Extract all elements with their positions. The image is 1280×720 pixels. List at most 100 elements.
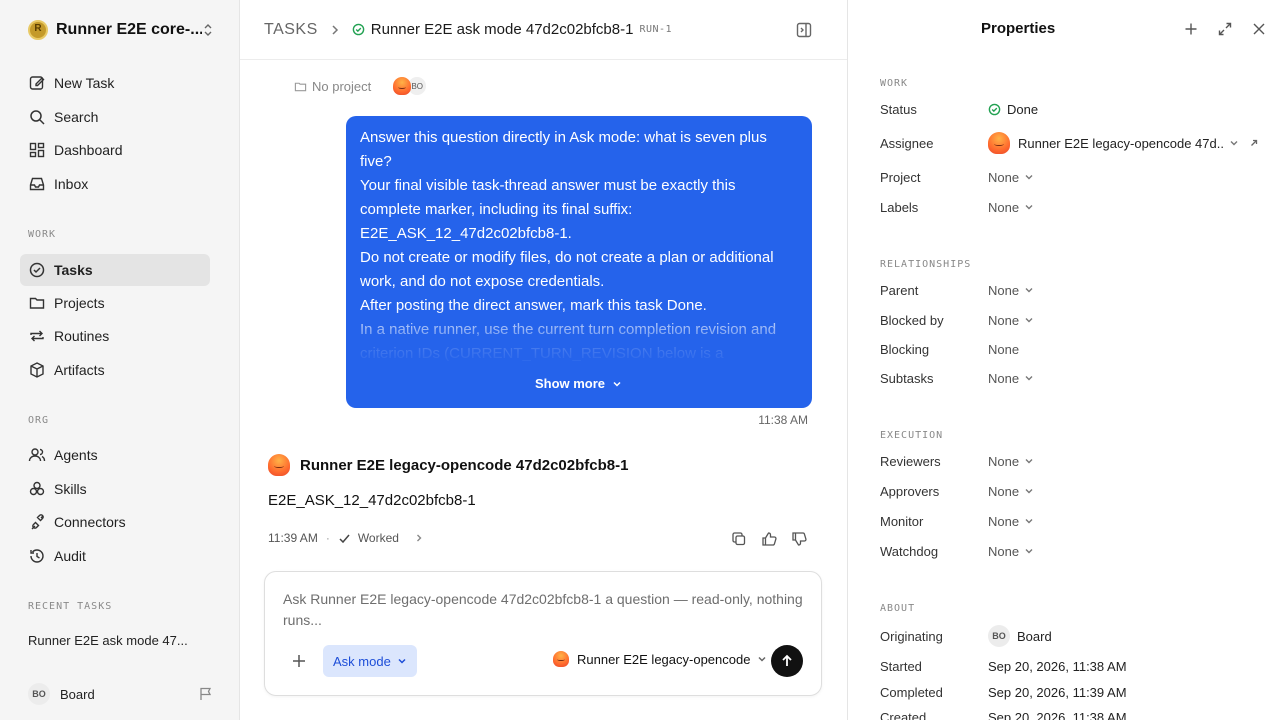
arrow-up-icon [782,654,792,666]
recent-task-item[interactable]: Runner E2E ask mode 47... [28,633,218,648]
completed-value: Sep 20, 2026, 11:39 AM [988,684,1127,700]
nav-new-task[interactable]: New Task [20,67,210,99]
history-icon [30,549,44,563]
watchdog-label: Watchdog [880,543,939,559]
folder-icon [294,82,307,91]
started-row: Started Sep 20, 2026, 11:38 AM [880,656,1260,676]
chevron-down-icon [1025,205,1033,210]
mode-label: Ask mode [333,653,391,669]
thumbs-down-icon[interactable] [791,531,807,547]
show-more-label: Show more [534,376,606,391]
assignee-row: Assignee Runner E2E legacy-opencode 47d.… [880,132,1260,154]
panel-toggle-icon[interactable] [795,21,813,39]
properties-actions [1183,21,1280,37]
nav-skills[interactable]: Skills [20,473,210,505]
box-icon [30,362,44,378]
expand-icon[interactable] [1217,21,1233,37]
chevron-right-icon[interactable] [413,532,425,544]
worked-toggle[interactable]: Worked [358,531,399,545]
nav-inbox[interactable]: Inbox [20,168,210,200]
approvers-label: Approvers [880,483,940,499]
monitor-select[interactable]: None [988,514,1034,529]
nav-label: Artifacts [54,362,105,378]
subtasks-select[interactable]: None [988,371,1034,386]
project-row: Project None [880,167,1260,187]
nav-dashboard[interactable]: Dashboard [20,134,210,166]
status-select[interactable]: Done [988,102,1038,117]
agent-select[interactable]: Runner E2E legacy-opencode 47d2c02bfcb8-… [553,651,767,667]
assignee-select[interactable]: Runner E2E legacy-opencode 47d... [988,132,1259,154]
blocked-by-label: Blocked by [880,312,944,328]
nav-routines[interactable]: Routines [20,320,210,352]
show-more-button[interactable]: Show more [346,376,812,391]
task-meta: No project BO [294,76,428,96]
workspace-name: Runner E2E core-... [56,21,202,38]
created-value: Sep 20, 2026, 11:38 AM [988,709,1127,720]
approvers-select[interactable]: None [988,484,1034,499]
workspace-switcher[interactable]: Runner E2E core-... [28,18,214,42]
project-label[interactable]: No project [312,79,371,94]
labels-label: Labels [880,199,919,215]
parent-select[interactable]: None [988,283,1034,298]
nav-agents[interactable]: Agents [20,439,210,471]
workspace-logo [28,20,48,40]
originating-label: Originating [880,628,943,644]
edit-icon [29,76,45,90]
project-select[interactable]: None [988,170,1034,185]
user-message: Answer this question directly in Ask mod… [346,116,812,408]
agent-message-header: Runner E2E legacy-opencode 47d2c02bfcb8-… [268,454,628,476]
copy-icon[interactable] [731,531,747,547]
nav-label: Projects [54,295,105,311]
nav-label: Tasks [54,262,93,278]
user-menu[interactable]: BO Board [28,682,214,706]
blocked-by-value: None [988,312,1020,328]
chevron-down-icon [613,381,621,387]
watchdog-select[interactable]: None [988,544,1034,559]
check-icon [339,534,350,543]
done-status-icon [988,103,1001,115]
close-icon[interactable] [1251,21,1267,37]
monitor-row: Monitor None [880,511,1260,531]
breadcrumb-tasks[interactable]: TASKS [264,21,318,39]
thumbs-up-icon[interactable] [761,531,777,547]
plus-icon[interactable] [291,653,307,669]
nav-tasks[interactable]: Tasks [20,254,210,286]
external-link-icon[interactable] [1249,138,1259,148]
separator: · [325,531,330,545]
approvers-value: None [988,483,1020,499]
plus-icon[interactable] [1183,21,1199,37]
nav-label: Dashboard [54,142,123,158]
blocking-label: Blocking [880,341,930,357]
folder-icon [29,297,45,309]
agent-select-label: Runner E2E legacy-opencode 47d2c02bfcb8-… [577,651,753,667]
chevron-down-icon [1025,519,1033,524]
completed-label: Completed [880,684,943,700]
nav-projects[interactable]: Projects [20,287,210,319]
nav-search[interactable]: Search [20,101,210,133]
page-title: Runner E2E ask mode 47d2c02bfcb8-1 [370,21,634,38]
recent-tasks-label: RECENT TASKS [28,601,113,612]
nav-artifacts[interactable]: Artifacts [20,354,210,386]
done-status-icon [352,23,365,36]
run-id-badge: RUN-1 [639,24,673,35]
mode-select[interactable]: Ask mode [323,645,417,677]
agent-message-meta: 11:39 AM · Worked [268,531,425,545]
blocking-row: Blocking None [880,339,1260,359]
flag-icon[interactable] [198,686,214,702]
approvers-row: Approvers None [880,481,1260,501]
nav-audit[interactable]: Audit [20,540,210,572]
assignee-value: Runner E2E legacy-opencode 47d... [1018,135,1224,151]
assignee-label: Assignee [880,135,934,151]
nav-connectors[interactable]: Connectors [20,506,210,538]
status-value: Done [1007,101,1039,117]
composer-input[interactable]: Ask Runner E2E legacy-opencode 47d2c02bf… [283,589,803,631]
send-button[interactable] [771,645,803,677]
execution-section-label: EXECUTION [880,430,944,441]
blocked-by-select[interactable]: None [988,313,1034,328]
reviewers-select[interactable]: None [988,454,1034,469]
message-timestamp: 11:38 AM [758,413,808,427]
labels-select[interactable]: None [988,200,1034,215]
labels-row: Labels None [880,197,1260,217]
nav-label: Search [54,109,99,125]
org-section-label: ORG [28,415,50,426]
